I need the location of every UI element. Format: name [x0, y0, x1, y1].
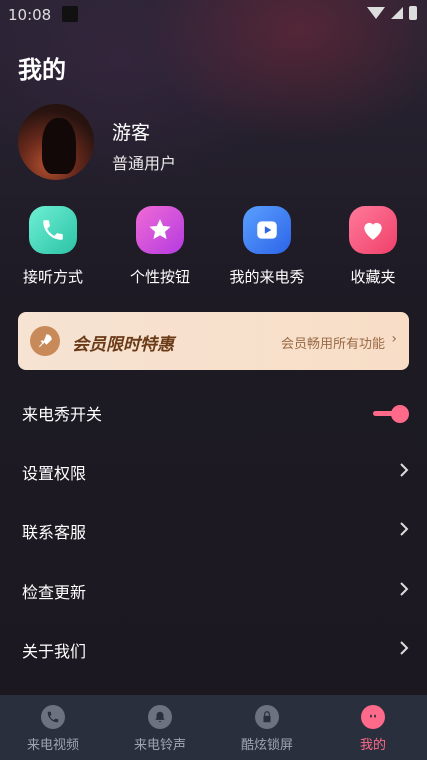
quick-action-favorites[interactable]: 收藏夹: [323, 206, 423, 287]
vip-title: 会员限时特惠: [72, 335, 174, 355]
quick-action-my-call-show[interactable]: 我的来电秀: [217, 206, 317, 287]
tab-label: 我的: [359, 738, 386, 753]
quick-action-custom-button[interactable]: 个性按钮: [110, 206, 210, 287]
vip-subtitle: 会员畅用所有功能: [280, 337, 385, 352]
quick-action-answer-mode[interactable]: 接听方式: [3, 206, 103, 287]
tab-call-video[interactable]: 来电视频: [0, 695, 106, 760]
quick-action-label: 我的来电秀: [229, 268, 305, 286]
chevron-right-icon: [400, 641, 409, 655]
menu-item-check-update[interactable]: 检查更新: [0, 571, 427, 611]
status-bar: 10:08: [0, 0, 427, 30]
phone-icon: [29, 206, 77, 254]
menu-item-permissions[interactable]: 设置权限: [0, 452, 427, 492]
avatar[interactable]: [18, 104, 94, 180]
tab-label: 酷炫锁屏: [240, 738, 293, 753]
star-icon: [136, 206, 184, 254]
menu-item-label: 检查更新: [22, 583, 87, 602]
menu-item-label: 设置权限: [22, 464, 87, 483]
user-level: 普通用户: [112, 154, 177, 173]
avatar-silhouette: [42, 118, 76, 174]
rocket-icon: [30, 326, 60, 356]
chevron-right-icon: [400, 463, 409, 477]
chevron-right-icon: ›: [391, 331, 397, 347]
status-time: 10:08: [8, 6, 52, 24]
call-show-toggle[interactable]: [373, 405, 409, 423]
page-title: 我的: [18, 56, 66, 84]
vip-banner[interactable]: 会员限时特惠 会员畅用所有功能 ›: [18, 312, 409, 370]
bell-icon: [148, 705, 172, 729]
menu-item-label: 来电秀开关: [22, 405, 103, 424]
chevron-right-icon: [400, 522, 409, 536]
tab-label: 来电视频: [26, 738, 79, 753]
toggle-knob: [391, 405, 409, 423]
play-icon: [243, 206, 291, 254]
tab-mine[interactable]: 我的: [320, 695, 426, 760]
menu-item-label: 联系客服: [22, 523, 87, 542]
menu-item-customer-service[interactable]: 联系客服: [0, 511, 427, 551]
status-icons: [367, 6, 417, 20]
menu-item-about-us[interactable]: 关于我们: [0, 630, 427, 670]
bottom-nav: 来电视频 来电铃声 酷炫锁屏 我的: [0, 695, 427, 760]
menu-item-call-show-switch: 来电秀开关: [0, 393, 427, 433]
wifi-icon: [367, 7, 385, 19]
quick-action-label: 个性按钮: [129, 268, 190, 286]
quick-action-label: 收藏夹: [350, 268, 396, 286]
notification-icon: [62, 6, 78, 22]
chevron-right-icon: [400, 582, 409, 596]
lock-icon: [255, 705, 279, 729]
signal-icon: [391, 7, 403, 19]
phone-icon: [41, 705, 65, 729]
tab-ringtone[interactable]: 来电铃声: [107, 695, 213, 760]
tab-label: 来电铃声: [133, 738, 186, 753]
menu-item-label: 关于我们: [22, 642, 87, 661]
heart-icon: [349, 206, 397, 254]
face-icon: [361, 705, 385, 729]
battery-icon: [409, 6, 417, 20]
quick-action-label: 接听方式: [22, 268, 83, 286]
user-name[interactable]: 游客: [112, 118, 150, 145]
tab-lock-screen[interactable]: 酷炫锁屏: [214, 695, 320, 760]
